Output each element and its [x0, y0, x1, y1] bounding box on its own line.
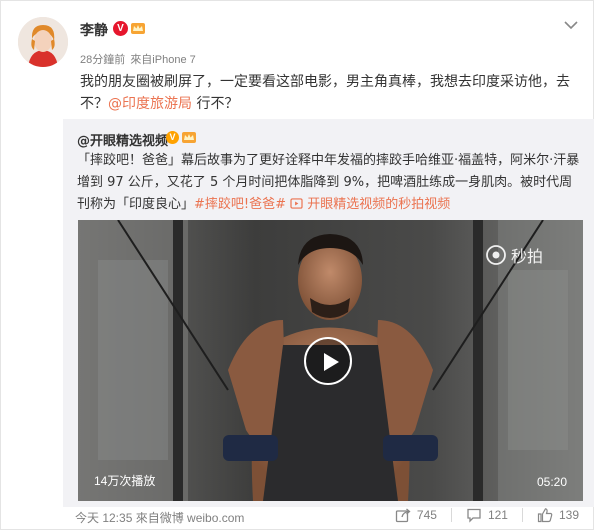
divider	[450, 508, 452, 522]
user-avatar[interactable]	[18, 17, 68, 67]
miaopai-watermark: 秒拍	[485, 243, 543, 267]
repost-text: 「摔跤吧！爸爸」幕后故事为了更好诠释中年发福的摔跤手哈维亚·福盖特，阿米尔·汗暴…	[77, 150, 583, 216]
share-icon	[395, 508, 411, 523]
video-player[interactable]: 秒拍 14万次播放 05:20	[78, 220, 583, 501]
repost-container: @开眼精选视频 V 「摔跤吧！爸爸」幕后故事为了更好诠释中年发福的摔跤手哈维亚·…	[63, 119, 594, 507]
video-link-text: 开眼精选视频的秒拍视频	[307, 197, 451, 212]
repost-username[interactable]: @开眼精选视频	[77, 130, 168, 149]
like-count: 139	[558, 508, 579, 522]
weibo-post-card: 李静 V 28分鐘前 來自iPhone 7 我的朋友圈被刷屏了，一定要看这部电影…	[0, 0, 594, 530]
comment-icon	[467, 508, 481, 523]
share-count: 745	[416, 508, 437, 522]
miaopai-logo-icon	[486, 245, 506, 265]
video-link-icon	[290, 198, 303, 209]
play-button[interactable]	[304, 337, 352, 385]
video-views: 14万次播放	[94, 474, 156, 488]
post-time[interactable]: 28分鐘前	[80, 54, 125, 66]
hashtag-link[interactable]: #摔跤吧!爸爸#	[194, 197, 286, 212]
post-username[interactable]: 李静	[80, 20, 108, 40]
member-crown-icon[interactable]	[181, 129, 197, 145]
repost-time-source[interactable]: 今天 12:35 來自微博 weibo.com	[75, 509, 244, 526]
chevron-down-icon[interactable]	[563, 19, 579, 31]
divider	[521, 508, 523, 522]
avatar-image	[18, 17, 68, 67]
like-icon	[537, 508, 553, 523]
post-meta: 28分鐘前 來自iPhone 7	[80, 51, 198, 67]
play-icon	[324, 353, 339, 371]
comment-button[interactable]: 121	[466, 507, 508, 523]
post-text: 我的朋友圈被刷屏了，一定要看这部电影，男主角真棒，我想去印度采访他，去不？@印度…	[80, 71, 580, 115]
share-button[interactable]: 745	[395, 507, 437, 523]
comment-count: 121	[487, 508, 508, 522]
post-text-end: 行不？	[192, 96, 239, 112]
verified-v-icon: V	[113, 21, 128, 36]
video-link[interactable]: 开眼精选视频的秒拍视频	[290, 197, 450, 212]
like-button[interactable]: 139	[537, 507, 579, 523]
member-crown-icon[interactable]	[130, 20, 146, 36]
video-duration: 05:20	[536, 475, 567, 489]
mention-link[interactable]: @印度旅游局	[108, 96, 192, 112]
action-bar: 745 121 139	[395, 507, 579, 523]
verified-v-icon: V	[166, 131, 179, 144]
watermark-text: 秒拍	[510, 247, 543, 266]
post-source: 來自iPhone 7	[130, 54, 196, 66]
